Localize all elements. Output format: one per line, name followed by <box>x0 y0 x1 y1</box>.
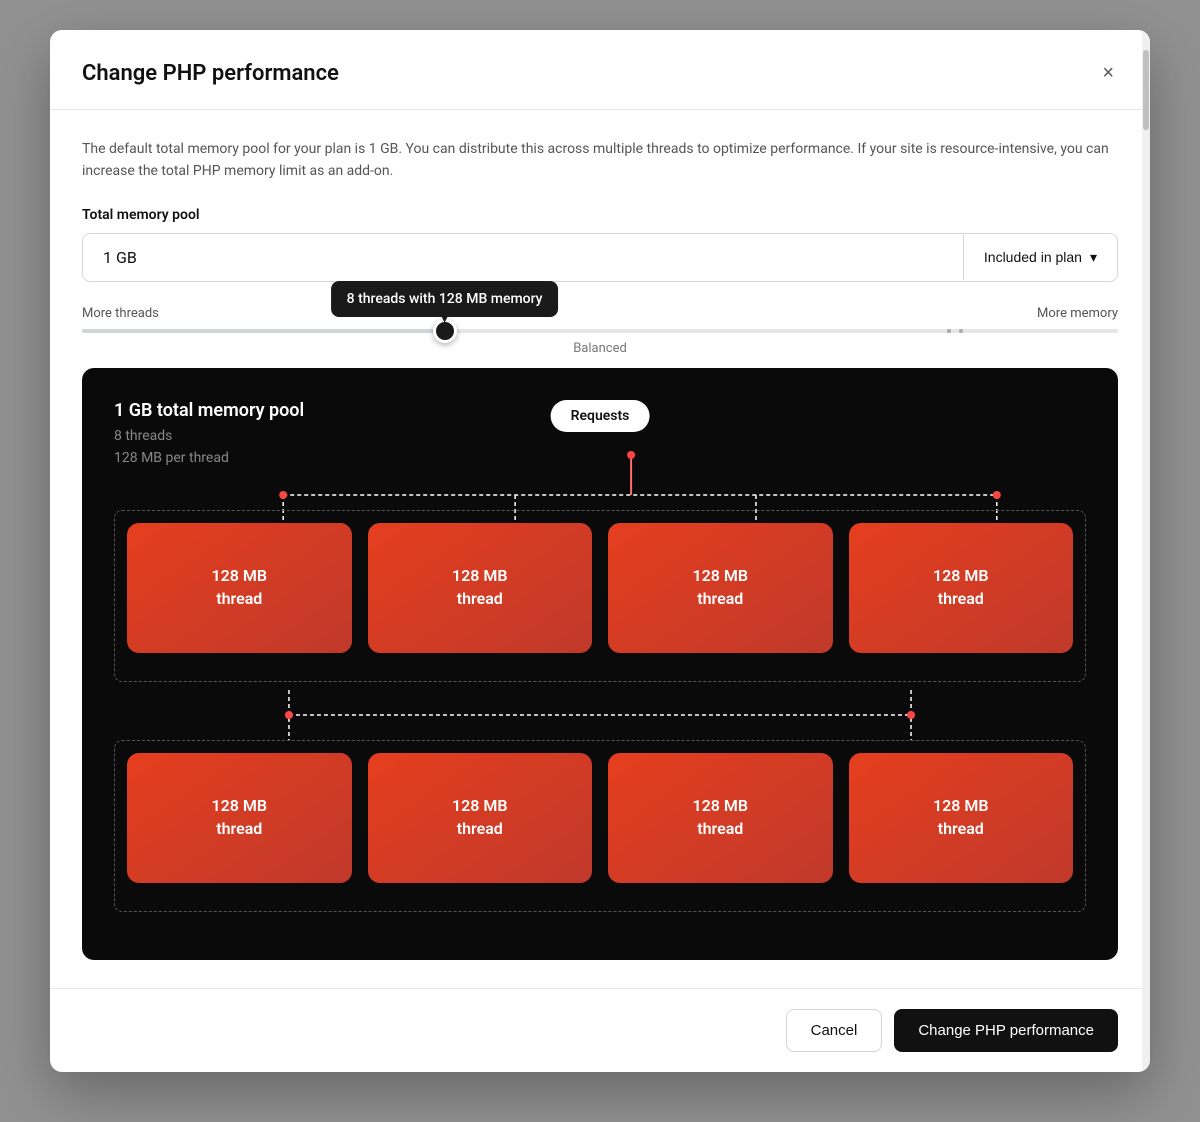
thread-card-5: 128 MBthread <box>127 753 352 883</box>
memory-pool-label: Total memory pool <box>82 207 1118 223</box>
memory-pool-section: Total memory pool 1 GB Included in plan … <box>82 207 1118 282</box>
tick-dot-1 <box>947 329 951 333</box>
thread-card-7: 128 MBthread <box>608 753 833 883</box>
modal: Change PHP performance × The default tot… <box>50 30 1150 1072</box>
slider-fill <box>82 329 445 333</box>
slider-track[interactable] <box>82 329 1118 333</box>
close-button[interactable]: × <box>1098 58 1118 89</box>
more-threads-label: More threads <box>82 306 159 321</box>
visualization: 1 GB total memory pool 8 threads 128 MB … <box>82 368 1118 960</box>
modal-title: Change PHP performance <box>82 61 339 86</box>
thread-label-8: 128 MBthread <box>933 795 989 840</box>
slider-thumb-area: 8 threads with 128 MB memory <box>433 329 457 353</box>
thread-card-6: 128 MBthread <box>368 753 593 883</box>
slider-tick-marks <box>947 329 963 333</box>
memory-value: 1 GB <box>83 234 963 281</box>
threads-row-bottom: 128 MBthread 128 MBthread 128 MBthread 1… <box>127 753 1073 883</box>
modal-overlay: Change PHP performance × The default tot… <box>0 0 1200 1122</box>
thread-label-4: 128 MBthread <box>933 565 989 610</box>
balanced-label: Balanced <box>82 341 1118 356</box>
thread-label-7: 128 MBthread <box>692 795 748 840</box>
slider-tooltip: 8 threads with 128 MB memory <box>331 281 559 317</box>
confirm-button[interactable]: Change PHP performance <box>894 1009 1118 1052</box>
memory-plan-dropdown[interactable]: Included in plan ▾ <box>963 235 1117 280</box>
scrollbar-thumb[interactable] <box>1143 50 1149 130</box>
thread-label-2: 128 MBthread <box>452 565 508 610</box>
thread-card-8: 128 MBthread <box>849 753 1074 883</box>
slider-labels: More threads More memory <box>82 306 1118 321</box>
thread-card-2: 128 MBthread <box>368 523 593 653</box>
thread-card-3: 128 MBthread <box>608 523 833 653</box>
threads-grid-wrapper: 128 MBthread 128 MBthread 128 MBthread 1… <box>114 510 1086 912</box>
scrollbar[interactable] <box>1142 30 1150 1072</box>
plan-option-label: Included in plan <box>984 249 1082 265</box>
threads-row-top: 128 MBthread 128 MBthread 128 MBthread 1… <box>127 523 1073 653</box>
modal-body: The default total memory pool for your p… <box>50 110 1150 988</box>
description-text: The default total memory pool for your p… <box>82 138 1118 183</box>
modal-footer: Cancel Change PHP performance <box>50 988 1150 1072</box>
tick-dot-2 <box>959 329 963 333</box>
slider-container: 8 threads with 128 MB memory <box>82 329 1118 333</box>
thread-card-4: 128 MBthread <box>849 523 1074 653</box>
thread-label-5: 128 MBthread <box>211 795 267 840</box>
modal-header: Change PHP performance × <box>50 30 1150 110</box>
thread-label-6: 128 MBthread <box>452 795 508 840</box>
memory-selector: 1 GB Included in plan ▾ <box>82 233 1118 282</box>
thread-card-1: 128 MBthread <box>127 523 352 653</box>
slider-section: More threads More memory 8 threads with … <box>82 306 1118 356</box>
thread-group-bottom: 128 MBthread 128 MBthread 128 MBthread 1… <box>114 740 1086 912</box>
dropdown-chevron-icon: ▾ <box>1090 249 1097 266</box>
connection-lines-bottom <box>114 690 1086 740</box>
thread-label-3: 128 MBthread <box>692 565 748 610</box>
thread-group-top: 128 MBthread 128 MBthread 128 MBthread 1… <box>114 510 1086 682</box>
cancel-button[interactable]: Cancel <box>786 1009 883 1052</box>
more-memory-label: More memory <box>1037 306 1118 321</box>
requests-badge: Requests <box>551 400 650 432</box>
thread-label-1: 128 MBthread <box>211 565 267 610</box>
